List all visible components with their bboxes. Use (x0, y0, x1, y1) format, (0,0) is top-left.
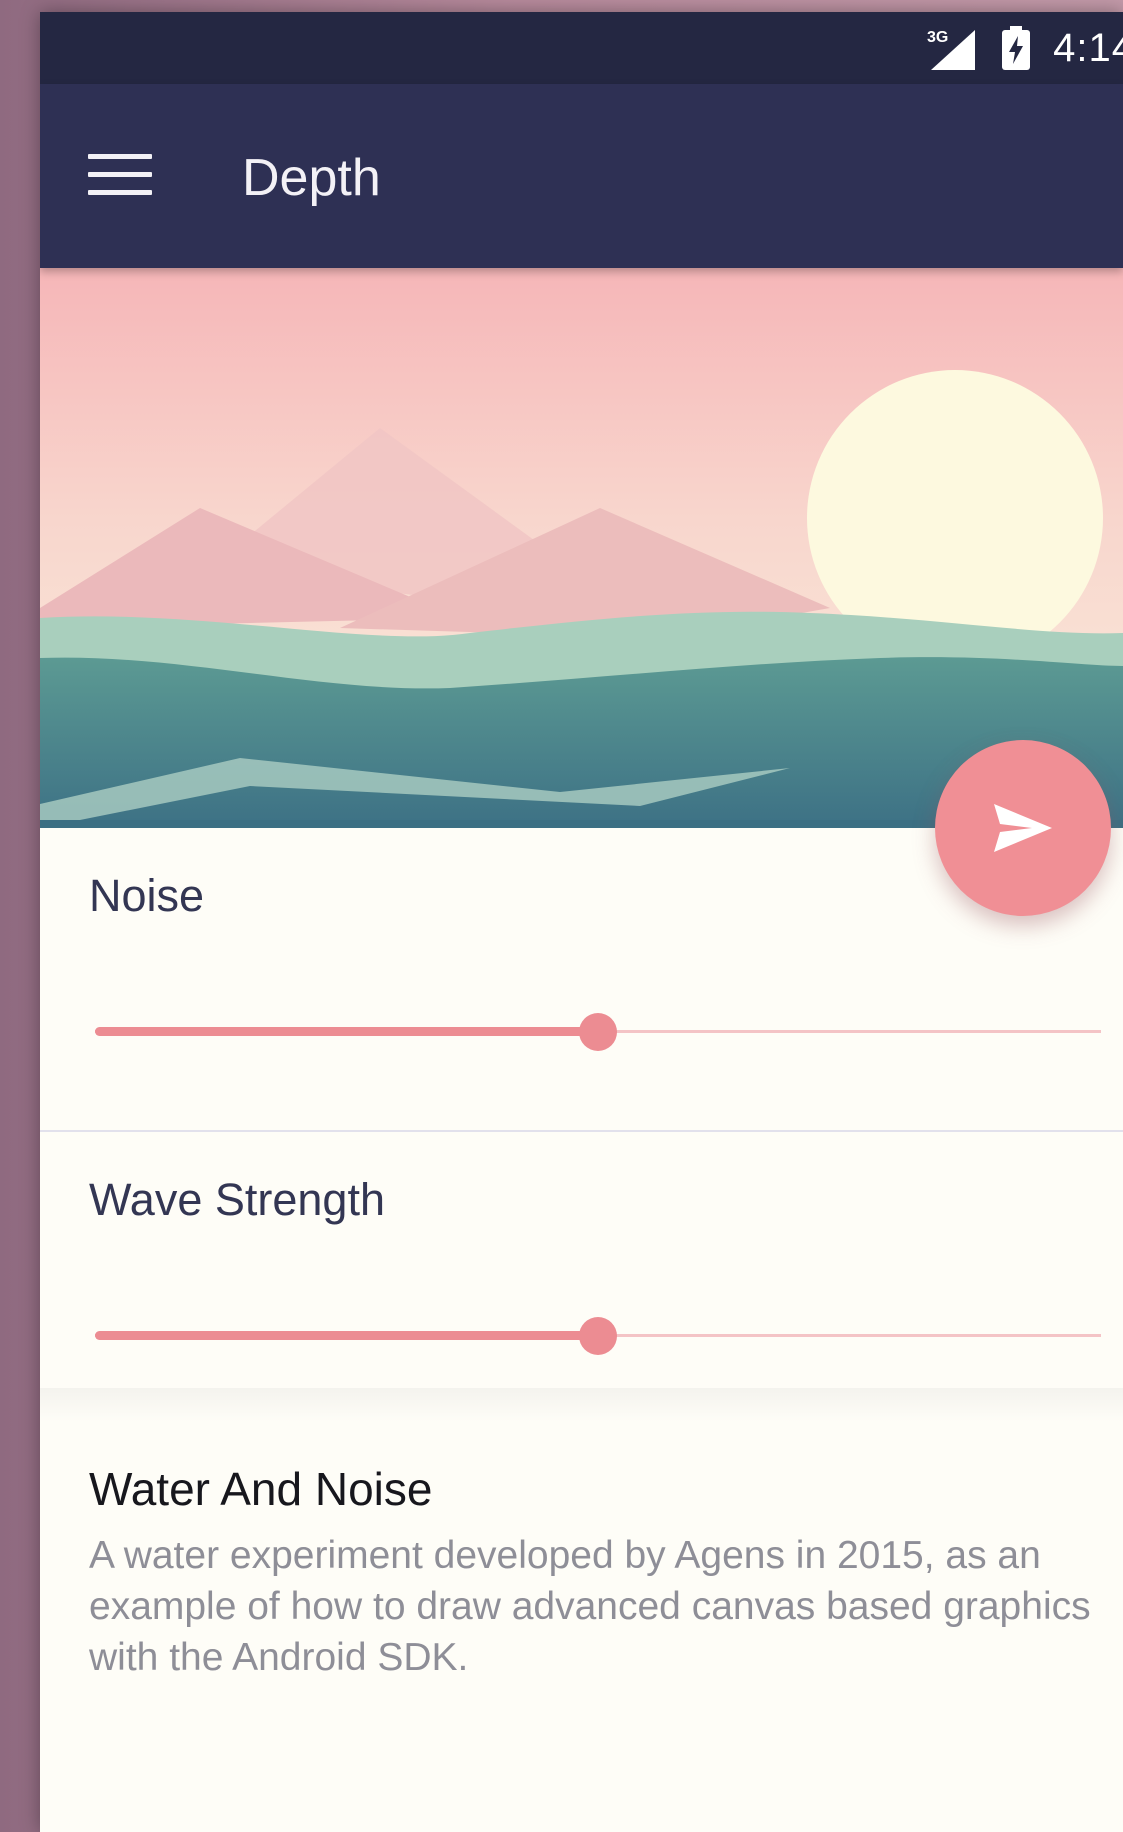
status-icons: 3G 4:14 (925, 26, 1123, 70)
noise-slider-fill (95, 1027, 598, 1036)
info-description: A water experiment developed by Agens in… (89, 1534, 1091, 1679)
wave-strength-slider-thumb[interactable] (579, 1317, 617, 1355)
section-divider (40, 1130, 1123, 1132)
send-fab-button[interactable] (935, 740, 1111, 916)
status-bar: 3G 4:14 (40, 12, 1123, 84)
wave-strength-label: Wave Strength (89, 1174, 385, 1225)
hamburger-menu-icon (88, 154, 152, 195)
menu-button[interactable] (88, 144, 158, 204)
section-shadow (40, 1388, 1123, 1422)
info-title: Water And Noise (89, 1463, 433, 1515)
signal-3g-icon: 3G (927, 29, 976, 70)
noise-label: Noise (89, 870, 205, 921)
send-icon (994, 804, 1052, 852)
battery-charging-icon (1002, 26, 1031, 70)
app-bar: Depth (40, 84, 1123, 268)
noise-slider-thumb[interactable] (579, 1013, 617, 1051)
svg-text:3G: 3G (927, 29, 948, 46)
wave-strength-slider[interactable] (95, 1314, 1101, 1358)
phone-screen: 3G 4:14 Depth (40, 12, 1123, 1832)
wave-strength-slider-fill (95, 1331, 598, 1340)
noise-slider[interactable] (95, 1010, 1101, 1054)
landscape-illustration (40, 268, 1123, 828)
status-time: 4:14 (1053, 25, 1123, 70)
app-title: Depth (242, 149, 381, 207)
